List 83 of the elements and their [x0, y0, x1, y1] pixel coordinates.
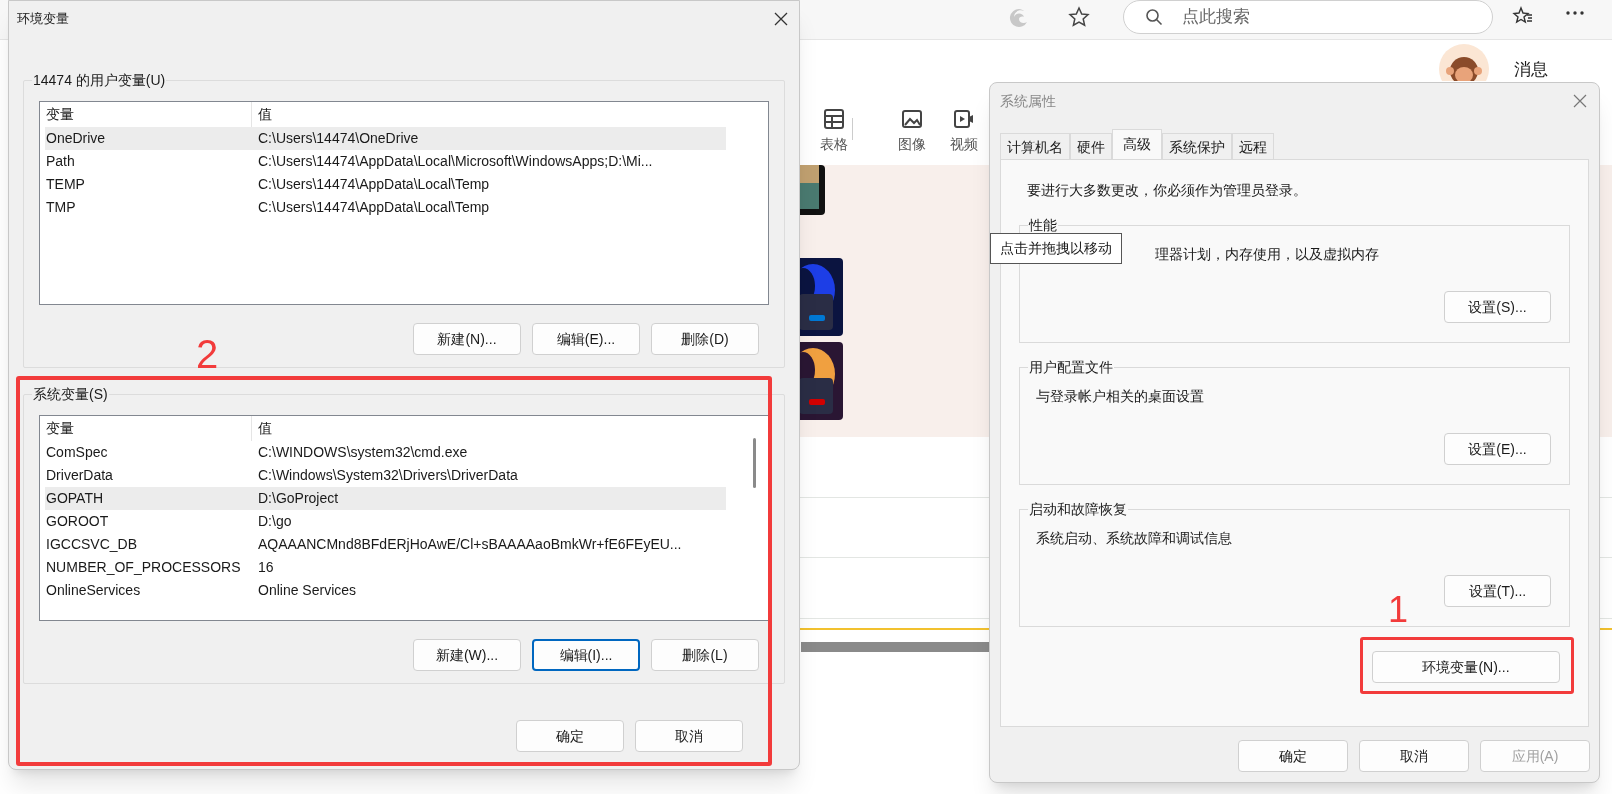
toolbar-button[interactable]: 图像: [898, 108, 926, 155]
dialog-button[interactable]: 新建(N)...: [413, 323, 521, 355]
table-cell-text: D:\go: [257, 512, 292, 531]
list-row[interactable]: ComSpec C:\WINDOWS\system32\cmd.exe: [45, 441, 726, 464]
table-cell-text: D:\GoProject: [257, 489, 339, 508]
toolbar-button[interactable]: 视频: [950, 108, 978, 155]
environment-variables-button[interactable]: 环境变量(N)...: [1372, 651, 1560, 683]
list-row[interactable]: DriverData C:\Windows\System32\Drivers\DriverData: [45, 464, 726, 487]
window-title: 系统属性: [1000, 91, 1056, 111]
dialog-button[interactable]: 确定: [516, 720, 624, 752]
list-row[interactable]: NUMBER_OF_PROCESSORS 16: [45, 556, 726, 579]
search-field[interactable]: 点此搜索: [1123, 0, 1493, 34]
list-row[interactable]: OnlineServices Online Services: [45, 579, 726, 602]
dialog-button[interactable]: 编辑(E)...: [532, 323, 640, 355]
toolbar-button[interactable]: 表格: [820, 108, 848, 155]
list-row[interactable]: IGCCSVC_DB AQAAANCMnd8BFdERjHoAwE/Cl+sBAAAAaoBmkWr+fE6FEyEU...: [45, 533, 726, 556]
dialog-button[interactable]: 删除(L): [651, 639, 759, 671]
group-title: 用户配置文件: [1028, 358, 1114, 377]
table-cell-text: GOROOT: [45, 512, 110, 531]
table-cell-text: C:\Users\14474\OneDrive: [257, 129, 419, 148]
star-icon[interactable]: [1068, 6, 1090, 28]
annotation-number: 2: [196, 334, 219, 374]
table-cell-text: Online Services: [257, 581, 357, 600]
dialog-button[interactable]: 新建(W)...: [413, 639, 521, 671]
table-cell-text: ComSpec: [45, 443, 109, 462]
window-title: 环境变量: [17, 10, 69, 29]
video-icon: [953, 108, 975, 130]
column-header[interactable]: 值: [252, 102, 726, 127]
group-description: 系统启动、系统故障和调试信息: [1036, 529, 1232, 548]
list-row[interactable]: OneDrive C:\Users\14474\OneDrive: [45, 127, 726, 150]
dialog-button[interactable]: 确定: [1238, 740, 1348, 772]
table-cell-text: OnlineServices: [45, 581, 142, 600]
group-description: 与登录帐户相关的桌面设置: [1036, 387, 1204, 406]
table-cell-text: AQAAANCMnd8BFdERjHoAwE/Cl+sBAAAAaoBmkWr+fE6FEyEU...: [257, 535, 682, 554]
settings-button[interactable]: 设置(T)...: [1444, 575, 1551, 607]
table-cell-text: IGCCSVC_DB: [45, 535, 139, 554]
annotation-number: 1: [1388, 592, 1409, 628]
list-row[interactable]: GOROOT D:\go: [45, 510, 726, 533]
table-cell-text: NUMBER_OF_PROCESSORS: [45, 558, 242, 577]
table-cell-text: TEMP: [45, 175, 86, 194]
dialog-button[interactable]: 编辑(I)...: [532, 639, 640, 671]
table-cell-text: C:\Users\14474\AppData\Local\Temp: [257, 175, 490, 194]
list-row[interactable]: Path C:\Users\14474\AppData\Local\Microsoft\WindowsApps;D:\Mi...: [45, 150, 726, 173]
dialog-button[interactable]: 取消: [635, 720, 743, 752]
dialog-button[interactable]: 取消: [1359, 740, 1469, 772]
tab[interactable]: 系统保护: [1162, 133, 1232, 159]
table-cell-text: 16: [257, 558, 274, 577]
group-title: 系统变量(S): [32, 385, 109, 404]
group-title: 性能: [1028, 216, 1058, 235]
column-header[interactable]: 值: [252, 416, 726, 441]
group-title: 启动和故障恢复: [1028, 500, 1128, 519]
tab[interactable]: 远程: [1232, 133, 1274, 159]
table-cell-text: GOPATH: [45, 489, 105, 508]
group-title: 14474 的用户变量(U): [32, 71, 167, 90]
list-row[interactable]: TEMP C:\Users\14474\AppData\Local\Temp: [45, 173, 726, 196]
tab[interactable]: 硬件: [1070, 133, 1112, 159]
table-cell-text: DriverData: [45, 466, 114, 485]
notice-text: 要进行大多数更改，你必须作为管理员登录。: [1026, 181, 1308, 200]
close-icon[interactable]: [773, 11, 789, 27]
image-icon: [901, 108, 923, 130]
group-description: 理器计划，内存使用，以及虚拟内存: [1155, 245, 1379, 264]
list-row[interactable]: GOPATH D:\GoProject: [45, 487, 726, 510]
table-icon: [823, 108, 845, 130]
variable-list[interactable]: [39, 415, 769, 621]
table-cell-text: C:\Windows\System32\Drivers\DriverData: [257, 466, 518, 485]
table-cell-text: OneDrive: [45, 129, 107, 148]
table-cell-text: Path: [45, 152, 76, 171]
dialog-button[interactable]: 删除(D): [651, 323, 759, 355]
tab[interactable]: 高级: [1112, 129, 1162, 160]
table-cell-text: C:\Users\14474\AppData\Local\Microsoft\WindowsApps;D:\Mi...: [257, 152, 653, 171]
table-cell-text: C:\WINDOWS\system32\cmd.exe: [257, 443, 468, 462]
tab[interactable]: 计算机名: [1000, 133, 1070, 159]
tooltip: 点击并拖拽以移动: [990, 233, 1122, 264]
scrollbar-thumb[interactable]: [753, 438, 756, 488]
column-header[interactable]: 变量: [40, 416, 252, 441]
messages-label[interactable]: 消息: [1514, 57, 1548, 83]
variable-list[interactable]: 变量 值 OneDrive C:\Users\14474\OneDrive Path C:\Users\14474\AppData\Local\Microsoft\WindowsApps;D:\Mi... TEMP C:\Users\14474\AppData\Local\Temp TMP C:\Users\14474\AppData\Local\Temp: [39, 101, 769, 305]
search-icon: [1145, 8, 1163, 26]
settings-button[interactable]: 设置(E)...: [1444, 433, 1551, 465]
table-cell-text: C:\Users\14474\AppData\Local\Temp: [257, 198, 490, 217]
list-row[interactable]: TMP C:\Users\14474\AppData\Local\Temp: [45, 196, 726, 219]
table-cell-text: TMP: [45, 198, 77, 217]
settings-button[interactable]: 设置(S)...: [1444, 291, 1551, 323]
